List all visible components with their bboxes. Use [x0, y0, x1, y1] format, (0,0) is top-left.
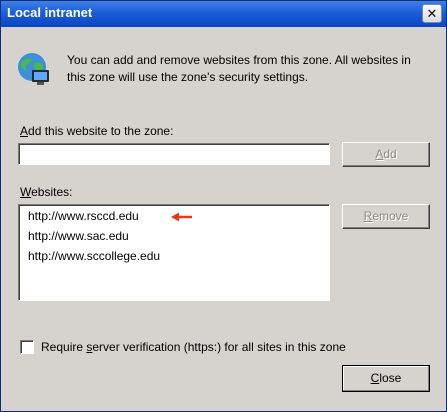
title-bar[interactable]: Local intranet ✕ — [1, 1, 446, 27]
close-icon: ✕ — [426, 6, 438, 21]
close-window-button[interactable]: ✕ — [422, 4, 442, 23]
window-title: Local intranet — [7, 5, 93, 20]
close-button[interactable]: Close — [342, 365, 430, 392]
local-intranet-dialog: Local intranet ✕ You can add and remove … — [0, 0, 447, 412]
local-intranet-globe-icon — [18, 53, 49, 85]
list-item[interactable]: http://www.rsccd.edu — [28, 209, 139, 223]
list-item[interactable]: http://www.sccollege.edu — [28, 249, 160, 263]
add-website-input[interactable] — [18, 143, 330, 165]
require-https-checkbox[interactable] — [20, 340, 34, 354]
add-button[interactable]: Add — [342, 142, 430, 167]
red-arrow-icon — [171, 212, 192, 222]
remove-button[interactable]: Remove — [342, 204, 430, 229]
zone-description: You can add and remove websites from thi… — [67, 53, 411, 84]
list-item[interactable]: http://www.sac.edu — [28, 229, 129, 243]
dialog-body: You can add and remove websites from thi… — [1, 27, 446, 411]
add-website-label: Add this website to the zone: — [20, 124, 174, 138]
require-https-label[interactable]: Require server verification (https:) for… — [41, 340, 346, 354]
websites-label: Websites: — [20, 185, 73, 199]
